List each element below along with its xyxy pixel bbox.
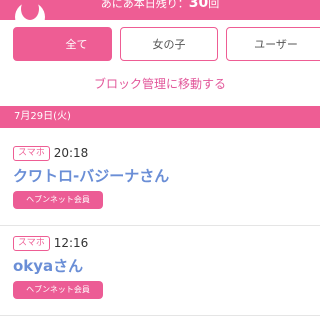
device-badge: スマホ [13, 235, 50, 251]
divider [0, 225, 320, 226]
user-name-link[interactable]: okyaさん [13, 255, 83, 276]
member-badge: ヘブンネット会員 [13, 281, 103, 299]
tab-all[interactable]: 全て [13, 27, 112, 61]
user-name-link[interactable]: クワトロ-バジーナさん [13, 165, 169, 186]
entry-meta: スマホ 12:16 [13, 235, 88, 251]
device-badge: スマホ [13, 145, 50, 161]
entry-meta: スマホ 20:18 [13, 145, 88, 161]
visit-time: 20:18 [53, 146, 89, 160]
date-header: 7月29日(火) [0, 106, 320, 128]
visit-time: 12:16 [53, 236, 89, 250]
remaining-count-message: あにあ本日残り：30回 [0, 0, 320, 11]
remaining-count: 30 [188, 0, 209, 11]
member-badge: ヘブンネット会員 [13, 191, 103, 209]
block-management-link[interactable]: ブロック管理に移動する [0, 75, 320, 92]
status-header: あにあ本日残り：30回 [0, 0, 320, 20]
divider [0, 315, 320, 316]
tab-girls[interactable]: 女の子 [120, 27, 218, 61]
filter-tabs: 全て 女の子 ユーザー [0, 27, 320, 63]
tab-users[interactable]: ユーザー [226, 27, 320, 61]
